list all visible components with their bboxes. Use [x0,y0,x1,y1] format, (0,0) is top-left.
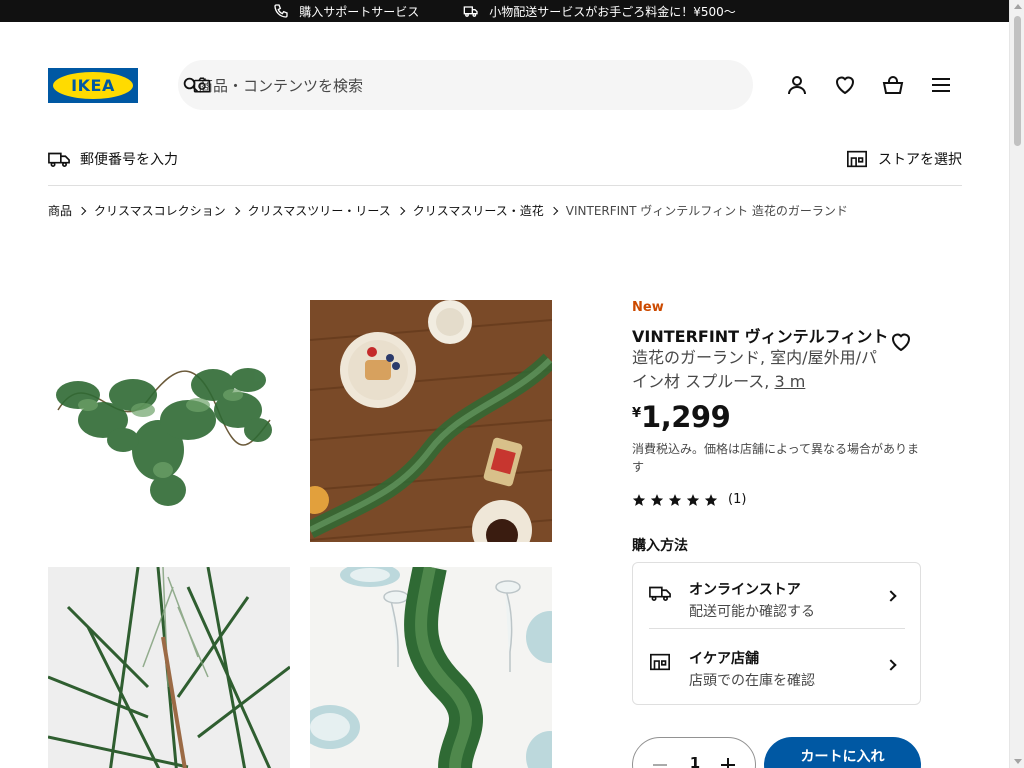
truck-icon [463,6,478,17]
star-icon [704,493,718,506]
truck-icon [649,586,671,601]
new-badge: New [632,300,664,315]
favorite-heart-icon[interactable] [889,330,913,354]
search-placeholder: 商品・コンテンツを検索 [198,76,364,95]
star-icon [668,493,682,506]
store-icon [650,653,670,671]
product-description: 造花のガーランド, 室内/屋外用/パイン材 スプルース, 3 m [632,346,887,394]
menu-icon[interactable] [929,73,953,97]
ikea-store-title: イケア店舗 [689,651,759,667]
ikea-store-subtitle: 店頭での在庫を確認 [689,673,815,689]
rating-stars [632,493,718,507]
truck-icon [48,152,70,167]
chevron-right-icon [231,206,240,215]
product-image-table-scene[interactable] [310,300,552,542]
purchase-heading: 購入方法 [632,538,688,554]
phone-icon [274,4,288,18]
heart-icon[interactable] [833,73,857,97]
star-icon [650,493,664,506]
online-store-title: オンラインストア [689,582,801,598]
rating[interactable]: (1) [632,492,746,507]
product-image-closeup[interactable] [48,567,290,768]
breadcrumb-current: VINTERFINT ヴィンテルフィント 造花のガーランド [565,204,848,218]
quantity-value[interactable]: 1 [633,754,757,768]
promo-support[interactable]: 購入サポートサービス [273,3,419,20]
promo-bar: 購入サポートサービス 小物配送サービスがお手ごろ料金に！¥500〜 [0,0,1009,22]
purchase-options: オンラインストア 配送可能か確認する イケア店舗 店頭での在庫を確認 [632,562,921,705]
product-price: ¥ 1,299 [632,400,731,434]
postal-code-label: 郵便番号を入力 [80,152,178,168]
cart-icon[interactable] [881,73,905,97]
product-size-link[interactable]: 3 m [774,372,805,391]
add-to-cart-button[interactable]: カートに入れ [764,737,921,768]
breadcrumb-item[interactable]: クリスマスツリー・リース [248,202,391,219]
scrollbar-thumb[interactable] [1014,16,1021,146]
breadcrumb-item[interactable]: クリスマスリース・造花 [413,202,544,219]
store-select-button[interactable]: ストアを選択 [846,148,962,170]
price-amount: 1,299 [641,400,731,434]
breadcrumb-item[interactable]: 商品 [48,202,72,219]
product-image-table-runner[interactable] [310,567,552,768]
online-store-subtitle: 配送可能か確認する [689,604,815,620]
quantity-stepper: 1 [632,737,756,768]
product-name: VINTERFINT ヴィンテルフィント [632,327,889,346]
online-store-option[interactable]: オンラインストア 配送可能か確認する [649,569,905,629]
star-icon [686,493,700,506]
star-icon [632,493,646,506]
product-description-text: 造花のガーランド, 室内/屋外用/パイン材 スプルース, [632,348,877,391]
promo-delivery[interactable]: 小物配送サービスがお手ごろ料金に！¥500〜 [463,3,736,20]
search-input[interactable]: 商品・コンテンツを検索 [178,60,753,110]
promo-support-text: 購入サポートサービス [299,4,420,19]
price-currency: ¥ [632,406,642,421]
breadcrumb-item[interactable]: クリスマスコレクション [94,202,226,219]
increase-quantity-button[interactable] [721,758,735,768]
tax-note: 消費税込み。価格は店舗によって異なる場合があります [632,442,920,474]
chevron-right-icon [885,590,897,602]
chevron-right-icon [396,206,405,215]
postal-code-button[interactable]: 郵便番号を入力 [48,148,178,170]
chevron-right-icon [549,206,559,215]
camera-icon[interactable] [193,76,211,94]
product-image-garland[interactable] [48,300,290,542]
logo-text: IKEA [71,76,115,95]
ikea-logo[interactable]: IKEA [48,68,138,103]
scroll-up-arrow-icon[interactable] [1014,4,1022,9]
store-select-label: ストアを選択 [878,152,962,168]
rating-count: (1) [728,492,747,507]
store-icon [847,150,867,168]
chevron-right-icon [885,659,897,671]
scrollbar[interactable] [1009,0,1024,768]
breadcrumb: 商品 クリスマスコレクション クリスマスツリー・リース クリスマスリース・造花 … [48,202,848,219]
user-icon[interactable] [785,73,809,97]
scroll-down-arrow-icon[interactable] [1014,759,1022,764]
location-row: 郵便番号を入力 ストアを選択 [48,146,962,186]
promo-delivery-text: 小物配送サービスがお手ごろ料金に！¥500〜 [489,4,736,19]
chevron-right-icon [77,206,87,215]
ikea-store-option[interactable]: イケア店舗 店頭での在庫を確認 [649,638,905,698]
